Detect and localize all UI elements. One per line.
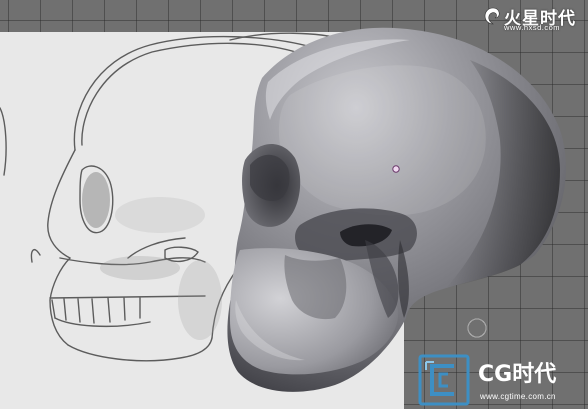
reference-sketch-shading: [82, 172, 222, 340]
cgtime-brand-name: CG时代: [478, 362, 557, 387]
3d-viewport[interactable]: 火星时代 www.hxsd.com CG时代 www.cgtime.com.cn: [0, 0, 588, 409]
sculpt-skull-mesh[interactable]: [227, 27, 566, 392]
brush-cursor-icon[interactable]: [467, 318, 487, 338]
hxsd-swirl-icon: [484, 7, 500, 25]
cg-bracket-icon: [418, 354, 470, 406]
vertex-marker-icon[interactable]: [392, 165, 400, 173]
sculpt-scene: [0, 27, 566, 392]
hxsd-brand-url: www.hxsd.com: [504, 23, 561, 32]
hxsd-watermark: 火星时代 www.hxsd.com: [482, 4, 586, 34]
cgtime-watermark: CG时代 www.cgtime.com.cn: [412, 352, 588, 409]
cgtime-brand-url: www.cgtime.com.cn: [480, 392, 556, 401]
